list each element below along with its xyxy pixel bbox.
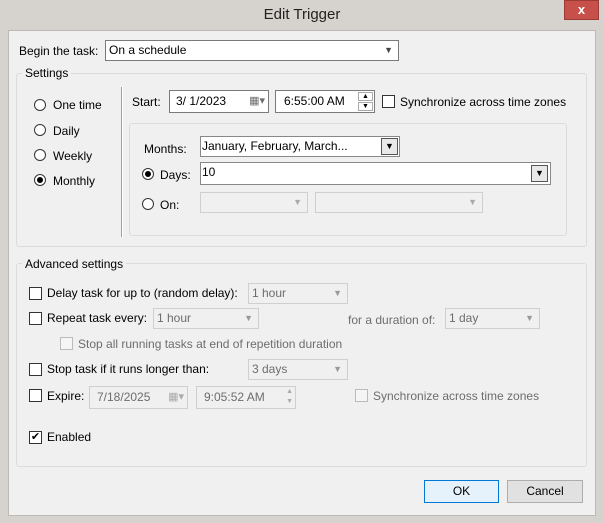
- chevron-down-icon: ▼: [333, 364, 342, 374]
- begin-task-label: Begin the task:: [19, 44, 99, 58]
- expire-date-value: 7/18/2025: [97, 390, 151, 404]
- daily-label: Daily: [53, 124, 80, 138]
- chevron-down-icon: ▼: [333, 288, 342, 298]
- weekly-label: Weekly: [53, 149, 93, 163]
- days-value: 10: [202, 165, 216, 179]
- separator: [121, 87, 123, 237]
- chevron-down-icon: ▼: [384, 45, 393, 55]
- chevron-down-icon: ▼: [381, 138, 398, 155]
- stop-task-checkbox[interactable]: [29, 363, 42, 376]
- months-select[interactable]: January, February, March... ▼: [200, 136, 400, 157]
- expire-checkbox[interactable]: [29, 389, 42, 402]
- duration-value: 1 day: [449, 311, 479, 325]
- expire-time-value: 9:05:52 AM: [204, 390, 265, 404]
- spin-down-icon[interactable]: ▼: [358, 102, 373, 111]
- enabled-checkbox[interactable]: ✔: [29, 431, 42, 444]
- calendar-icon[interactable]: ▦▾: [249, 92, 265, 111]
- radio-one-time[interactable]: [34, 99, 46, 111]
- stop-all-label: Stop all running tasks at end of repetit…: [78, 337, 343, 351]
- radio-days[interactable]: [142, 168, 154, 180]
- one-time-label: One time: [53, 98, 102, 112]
- chevron-down-icon: ▼: [244, 313, 253, 323]
- start-date-picker[interactable]: 3/ 1/2023 ▦▾: [169, 90, 269, 113]
- window-title: Edit Trigger: [263, 6, 341, 23]
- delay-checkbox[interactable]: [29, 287, 42, 300]
- cancel-button[interactable]: Cancel: [507, 480, 583, 503]
- begin-task-value: On a schedule: [109, 43, 187, 57]
- advanced-label: Advanced settings: [22, 257, 127, 271]
- expire-sync-label: Synchronize across time zones: [373, 389, 540, 403]
- days-label: Days:: [160, 168, 191, 182]
- on-label: On:: [160, 198, 180, 212]
- repeat-select[interactable]: 1 hour ▼: [153, 308, 259, 329]
- radio-monthly[interactable]: [34, 174, 46, 186]
- repeat-label: Repeat task every:: [47, 311, 148, 325]
- repeat-checkbox[interactable]: [29, 312, 42, 325]
- sync-timezones-label: Synchronize across time zones: [400, 95, 567, 109]
- settings-label: Settings: [22, 66, 72, 80]
- months-value: January, February, March...: [202, 139, 348, 153]
- radio-on[interactable]: [142, 198, 154, 210]
- radio-weekly[interactable]: [34, 149, 46, 161]
- months-label: Months:: [144, 142, 187, 156]
- duration-select[interactable]: 1 day ▼: [445, 308, 540, 329]
- expire-time-input[interactable]: 9:05:52 AM ▲ ▼: [196, 386, 296, 409]
- delay-label: Delay task for up to (random delay):: [47, 286, 238, 300]
- stop-task-select[interactable]: 3 days ▼: [248, 359, 348, 380]
- spin-up-icon[interactable]: ▲: [358, 92, 373, 101]
- chevron-down-icon: ▼: [293, 197, 302, 207]
- calendar-icon[interactable]: ▦▾: [168, 387, 184, 408]
- on-day-select[interactable]: ▼: [315, 192, 483, 213]
- days-select[interactable]: 10 ▼: [200, 162, 551, 185]
- close-button[interactable]: x: [564, 0, 599, 20]
- chevron-down-icon: ▼: [468, 197, 477, 207]
- expire-date-picker[interactable]: 7/18/2025 ▦▾: [89, 386, 188, 409]
- ok-button[interactable]: OK: [424, 480, 499, 503]
- on-week-select[interactable]: ▼: [200, 192, 308, 213]
- begin-task-select[interactable]: On a schedule ▼: [105, 40, 399, 61]
- enabled-label: Enabled: [47, 430, 92, 444]
- radio-daily[interactable]: [34, 124, 46, 136]
- start-label: Start:: [132, 95, 161, 109]
- expire-sync-checkbox[interactable]: [355, 389, 368, 402]
- repeat-value: 1 hour: [157, 311, 192, 325]
- stop-all-checkbox[interactable]: [60, 337, 73, 350]
- delay-value: 1 hour: [252, 286, 287, 300]
- chevron-down-icon: ▼: [531, 165, 548, 182]
- stop-task-value: 3 days: [252, 362, 288, 376]
- spinner-icon[interactable]: ▲ ▼: [286, 387, 293, 407]
- chevron-down-icon: ▼: [525, 313, 534, 323]
- sync-timezones-checkbox[interactable]: [382, 95, 395, 108]
- start-time-value: 6:55:00 AM: [284, 94, 345, 108]
- expire-label: Expire:: [47, 389, 85, 403]
- start-time-input[interactable]: 6:55:00 AM ▲ ▼: [275, 90, 375, 113]
- delay-select[interactable]: 1 hour ▼: [248, 283, 348, 304]
- monthly-label: Monthly: [53, 174, 96, 188]
- duration-label: for a duration of:: [348, 313, 436, 327]
- start-date-value: 3/ 1/2023: [176, 94, 227, 108]
- stop-task-label: Stop task if it runs longer than:: [47, 362, 210, 376]
